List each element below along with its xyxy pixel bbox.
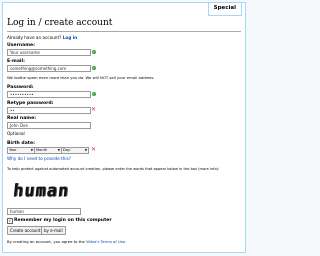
tab-special[interactable]: Special [207,3,242,16]
remember-label: Remember my login on this computer [14,218,112,223]
captcha-image: human [7,179,81,205]
birth-month-select[interactable]: Month ▼ [34,147,62,154]
create-account-button[interactable]: Create account [7,226,44,235]
captcha-answer-field[interactable]: human [7,208,81,215]
chevron-down-icon: ▼ [30,148,33,152]
birth-day-select[interactable]: Day ▼ [61,147,89,154]
retype-password-field[interactable]: •• [7,107,91,114]
retype-password-label: Retype password: [7,101,54,106]
username-label: Username: [7,43,35,48]
by-email-button[interactable]: by e-mail [41,226,66,235]
check-circle-icon: ✓ [92,66,96,70]
terms-link[interactable]: Wikia's Terms of Use. [86,239,126,244]
check-circle-icon: ✓ [92,92,96,96]
remember-checkbox[interactable]: ✓ [7,218,13,224]
already-have-account: Already have an account? Log in [7,35,77,40]
birth-month-value: Month [36,148,48,152]
login-link[interactable]: Log in [63,35,77,40]
chevron-down-icon: ▼ [84,148,87,152]
check-circle-icon: ✓ [92,50,96,54]
email-note: We loathe spam even more than you do. We… [7,75,155,80]
terms-text: By creating an account, you agree to the [7,239,85,244]
email-field[interactable]: something@something.com [7,65,91,72]
birth-day-value: Day [63,148,71,152]
x-mark-icon: ✕ [91,146,97,153]
email-label: E-mail: [7,59,25,64]
chevron-down-icon: ▼ [57,148,60,152]
terms-line: By creating an account, you agree to the… [7,239,126,244]
username-field[interactable]: Your username [7,49,91,56]
title-divider [7,31,241,32]
x-mark-icon: ✕ [91,106,97,113]
why-birthdate-link[interactable]: Why do I need to provide this? [7,156,71,161]
already-have-account-text: Already have an account? [7,35,62,40]
realname-optional: Optional [7,131,25,136]
realname-label: Real name: [7,116,37,121]
content-panel: Special Log in / create account Already … [2,2,246,253]
captcha-word: human [11,181,71,201]
birth-year-select[interactable]: Year ▼ [7,147,35,154]
realname-field[interactable]: John Doe [7,122,91,129]
captcha-instructions: To help protect against automated accoun… [7,167,220,171]
password-field[interactable]: •••••••••• [7,91,91,98]
page-title: Log in / create account [7,18,113,28]
password-label: Password: [7,85,34,90]
birthdate-label: Birth date: [7,141,35,146]
birth-year-value: Year [9,148,17,152]
